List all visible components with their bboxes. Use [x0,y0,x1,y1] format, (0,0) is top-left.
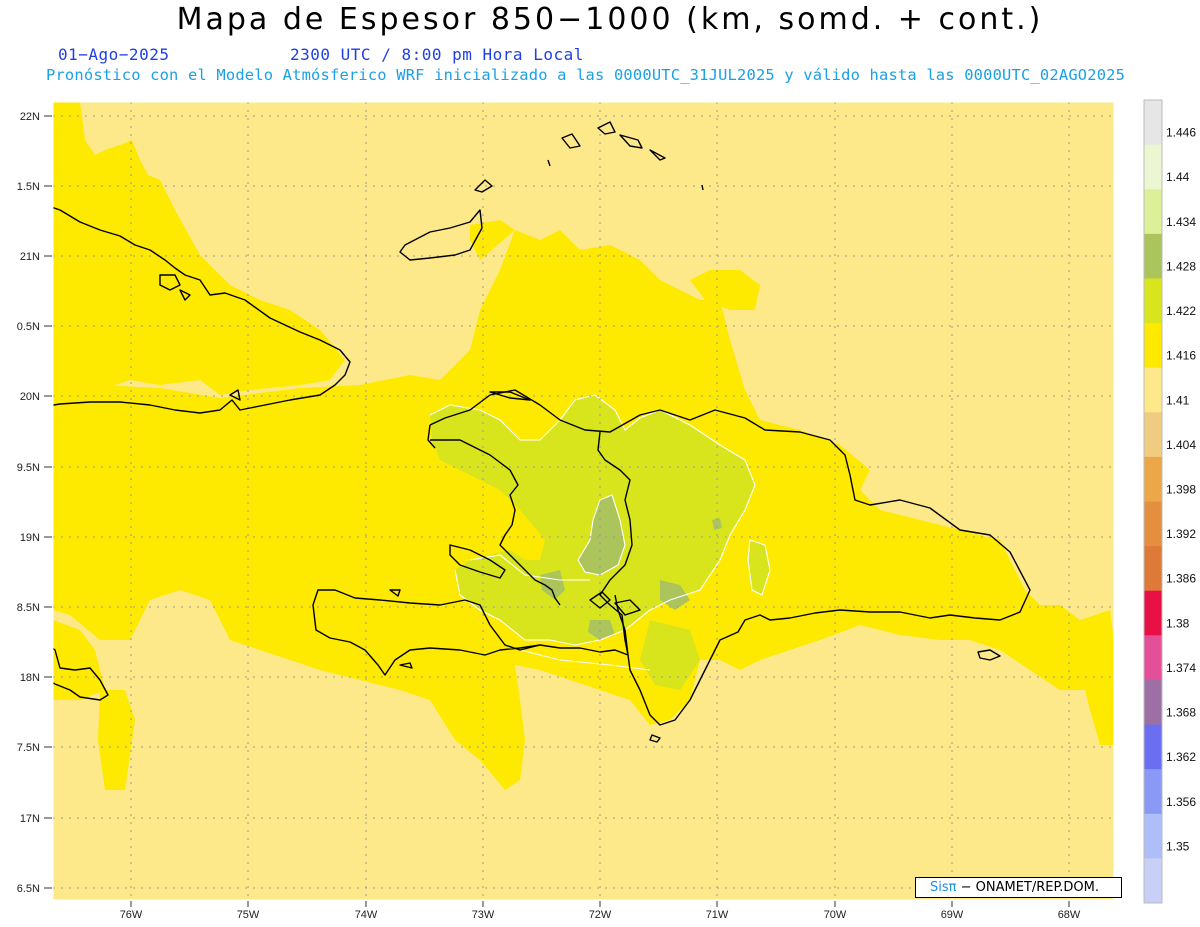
latitude-label: 6.5N [17,883,40,895]
longitude-label: 73W [472,909,495,921]
longitude-label: 74W [355,909,378,921]
colorbar-swatch [1144,412,1162,458]
longitude-label: 70W [824,909,847,921]
colorbar-swatch [1144,100,1162,146]
colorbar-label: 1.404 [1166,438,1196,452]
colorbar-swatch [1144,367,1162,413]
colorbar-label: 1.35 [1166,839,1190,853]
credit-box: Sisπ − ONAMET/REP.DOM. [915,877,1122,898]
colorbar-legend: 1.446 1.44 1.434 1.428 1.422 1.416 1.41 1.404 1.… [1143,99,1196,904]
latitude-label: 22N [20,111,40,123]
colorbar-label: 1.398 [1166,483,1196,497]
longitude-label: 75W [237,909,260,921]
map-plot-area [53,102,1114,900]
colorbar-swatch [1144,189,1162,235]
longitude-label: 69W [941,909,964,921]
credit-brand: Sisπ [930,880,957,895]
colorbar-swatch [1144,323,1162,369]
colorbar-label: 1.446 [1166,126,1196,140]
colorbar-label: 1.41 [1166,393,1190,407]
latitude-label: 7.5N [17,742,40,754]
colorbar-label: 1.392 [1166,527,1196,541]
thickness-map: 22N 1.5N 21N 0.5N 20N 9.5N 19N 8.5N 18N 7.5N 17N 6.… [17,99,1196,921]
colorbar-swatch [1144,546,1162,592]
colorbar-label: 1.368 [1166,706,1196,720]
colorbar-swatch [1144,858,1162,904]
colorbar-label: 1.374 [1166,661,1196,675]
colorbar-swatch [1144,233,1162,279]
colorbar-swatch [1144,144,1162,190]
latitude-label: 0.5N [17,321,40,333]
colorbar-swatch [1144,724,1162,770]
colorbar-swatch [1144,679,1162,726]
colorbar-swatch [1144,590,1162,636]
longitude-label: 68W [1058,909,1081,921]
latitude-label: 9.5N [17,462,40,474]
colorbar-label: 1.38 [1166,616,1190,630]
colorbar-swatch [1144,813,1162,859]
latitude-label: 21N [20,251,40,263]
longitude-label: 76W [120,909,143,921]
colorbar-label: 1.416 [1166,349,1196,363]
colorbar-label: 1.434 [1166,215,1196,229]
latitude-label: 18N [20,672,40,684]
colorbar-swatch [1144,278,1162,324]
latitude-labels: 22N 1.5N 21N 0.5N 20N 9.5N 19N 8.5N 18N 7.5N 17N 6.… [17,111,52,895]
latitude-label: 1.5N [17,181,40,193]
colorbar-label: 1.422 [1166,304,1196,318]
longitude-label: 72W [589,909,612,921]
credit-org: − ONAMET/REP.DOM. [956,880,1100,895]
longitude-label: 71W [706,909,729,921]
colorbar-swatch [1144,501,1162,547]
latitude-label: 17N [20,813,40,825]
latitude-label: 20N [20,391,40,403]
latitude-label: 19N [20,532,40,544]
colorbar-label: 1.362 [1166,750,1196,764]
colorbar-swatch [1144,769,1162,815]
colorbar-swatch [1144,456,1162,502]
colorbar-label: 1.44 [1166,170,1190,184]
colorbar-label: 1.386 [1166,572,1196,586]
colorbar-swatch [1144,635,1162,681]
longitude-labels: 76W 75W 74W 73W 72W 71W 70W 69W 68W [120,901,1081,921]
colorbar-label: 1.356 [1166,795,1196,809]
colorbar-label: 1.428 [1166,259,1196,273]
latitude-label: 8.5N [17,602,40,614]
